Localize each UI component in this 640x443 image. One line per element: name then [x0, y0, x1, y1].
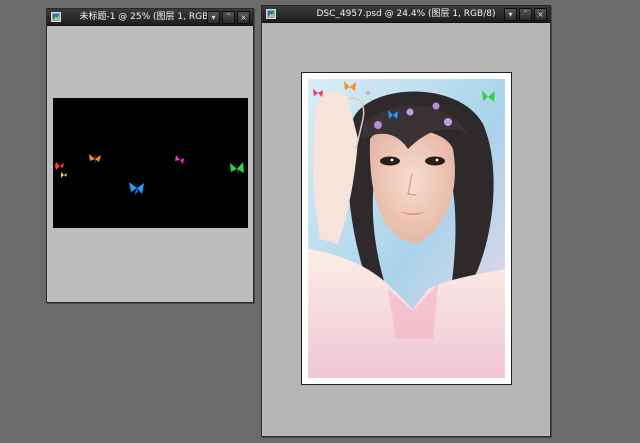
butterfly-magenta-icon	[175, 155, 184, 164]
document-window-untitled[interactable]: 未标题-1 @ 25% (图层 1, RGB/8) ▾ ˆ ×	[46, 8, 254, 303]
butterfly-orange-icon	[89, 154, 101, 163]
butterfly-yellow-icon	[61, 172, 67, 178]
document-window-photo[interactable]: DSC_4957.psd @ 24.4% (图层 1, RGB/8) ▾ ˆ ×	[261, 5, 551, 437]
close-button[interactable]: ×	[534, 8, 547, 21]
titlebar-photo[interactable]: DSC_4957.psd @ 24.4% (图层 1, RGB/8) ▾ ˆ ×	[262, 6, 550, 23]
menu-button[interactable]: ▾	[504, 8, 517, 21]
canvas-area-photo[interactable]	[263, 23, 549, 435]
menu-button[interactable]: ▾	[207, 11, 220, 24]
butterfly-blue-icon	[129, 182, 144, 195]
minimize-button[interactable]: ˆ	[222, 11, 235, 24]
photo-canvas[interactable]	[301, 72, 512, 385]
close-button[interactable]: ×	[237, 11, 250, 24]
canvas-area-untitled[interactable]	[48, 26, 252, 301]
butterfly-red-icon	[55, 162, 64, 170]
black-canvas[interactable]	[53, 98, 248, 228]
titlebar-untitled[interactable]: 未标题-1 @ 25% (图层 1, RGB/8) ▾ ˆ ×	[47, 9, 253, 26]
minimize-button[interactable]: ˆ	[519, 8, 532, 21]
portrait-photo	[308, 79, 505, 378]
butterfly-green-icon	[230, 162, 244, 175]
